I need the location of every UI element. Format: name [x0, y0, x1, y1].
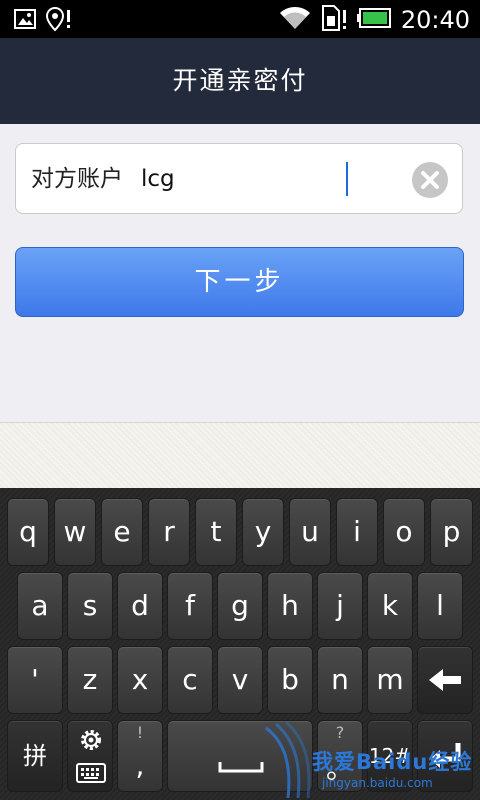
- key-label: 拼: [23, 742, 47, 770]
- status-bar: 20:40: [0, 0, 480, 38]
- key-label: p: [442, 515, 461, 548]
- key-u[interactable]: u: [289, 498, 331, 566]
- clear-icon[interactable]: [412, 162, 448, 198]
- key-r[interactable]: r: [148, 498, 190, 566]
- key-label: u: [301, 515, 319, 548]
- title-bar: 开通亲密付: [0, 38, 480, 124]
- key-label: d: [131, 589, 149, 622]
- key-label: k: [381, 589, 399, 622]
- key-j[interactable]: j: [317, 572, 363, 640]
- key-label: 12#: [368, 744, 412, 768]
- key-label: t: [210, 515, 222, 548]
- gear-icon: [78, 727, 104, 757]
- key-label: r: [163, 515, 175, 548]
- account-label: 对方账户: [31, 166, 123, 192]
- image-icon: [14, 8, 36, 34]
- keyboard-icon: [76, 763, 106, 787]
- battery-icon: [356, 8, 391, 32]
- key-label: x: [131, 663, 149, 696]
- key-apostrophe[interactable]: ': [7, 646, 63, 714]
- symbols-key[interactable]: 12#: [367, 720, 413, 792]
- wifi-icon: [279, 5, 311, 35]
- key-secondary-label: !: [136, 723, 144, 742]
- enter-key[interactable]: [417, 720, 473, 792]
- space-key[interactable]: [167, 720, 313, 792]
- key-w[interactable]: w: [54, 498, 96, 566]
- sim-alert-icon: [321, 4, 347, 36]
- key-label: c: [182, 663, 198, 696]
- key-label: f: [185, 589, 195, 622]
- comma-key[interactable]: ! ,: [117, 720, 163, 792]
- key-pinyin-lang[interactable]: 拼: [7, 720, 63, 792]
- key-label: 。: [325, 752, 354, 785]
- key-label: o: [395, 515, 413, 548]
- key-label: q: [19, 515, 37, 548]
- key-label: s: [82, 589, 98, 622]
- key-b[interactable]: b: [267, 646, 313, 714]
- key-x[interactable]: x: [117, 646, 163, 714]
- key-p[interactable]: p: [430, 498, 473, 566]
- space-icon: [218, 759, 264, 778]
- account-input[interactable]: [141, 158, 401, 200]
- key-v[interactable]: v: [217, 646, 263, 714]
- key-label: w: [63, 515, 87, 548]
- key-label: i: [353, 515, 361, 548]
- enter-icon: [428, 739, 464, 779]
- key-label: v: [231, 663, 249, 696]
- text-caret: [346, 162, 348, 196]
- key-label: ': [31, 663, 39, 696]
- soft-keyboard: q w e r t y u i o p a s d f g h j k l ' …: [0, 488, 480, 800]
- key-d[interactable]: d: [117, 572, 163, 640]
- key-z[interactable]: z: [67, 646, 113, 714]
- key-o[interactable]: o: [383, 498, 425, 566]
- key-k[interactable]: k: [367, 572, 413, 640]
- settings-key[interactable]: [67, 720, 113, 792]
- key-label: h: [281, 589, 299, 622]
- backspace-icon: [425, 669, 465, 720]
- key-l[interactable]: l: [417, 572, 463, 640]
- key-label: e: [113, 515, 131, 548]
- candidate-bar: [0, 422, 480, 489]
- key-secondary-label: ?: [335, 723, 345, 742]
- key-label: b: [281, 663, 299, 696]
- status-time: 20:40: [400, 6, 470, 34]
- key-i[interactable]: i: [336, 498, 378, 566]
- key-a[interactable]: a: [17, 572, 63, 640]
- key-c[interactable]: c: [167, 646, 213, 714]
- backspace-key[interactable]: [417, 646, 473, 714]
- account-field[interactable]: 对方账户: [15, 143, 463, 214]
- location-alert-icon: [45, 6, 72, 36]
- key-m[interactable]: m: [367, 646, 413, 714]
- key-g[interactable]: g: [217, 572, 263, 640]
- key-s[interactable]: s: [67, 572, 113, 640]
- key-h[interactable]: h: [267, 572, 313, 640]
- key-label: l: [436, 589, 444, 622]
- key-label: g: [231, 589, 249, 622]
- page-title: 开通亲密付: [172, 66, 308, 95]
- key-label: j: [336, 589, 344, 622]
- key-label: n: [331, 663, 349, 696]
- key-label: z: [82, 663, 98, 696]
- period-key[interactable]: ? 。: [317, 720, 363, 792]
- key-f[interactable]: f: [167, 572, 213, 640]
- key-q[interactable]: q: [7, 498, 49, 566]
- key-n[interactable]: n: [317, 646, 363, 714]
- next-button[interactable]: 下一步: [15, 247, 464, 317]
- key-label: y: [254, 515, 272, 548]
- key-t[interactable]: t: [195, 498, 237, 566]
- key-e[interactable]: e: [101, 498, 143, 566]
- key-label: ,: [135, 749, 145, 782]
- key-label: m: [376, 663, 404, 696]
- key-label: a: [31, 589, 49, 622]
- key-y[interactable]: y: [242, 498, 284, 566]
